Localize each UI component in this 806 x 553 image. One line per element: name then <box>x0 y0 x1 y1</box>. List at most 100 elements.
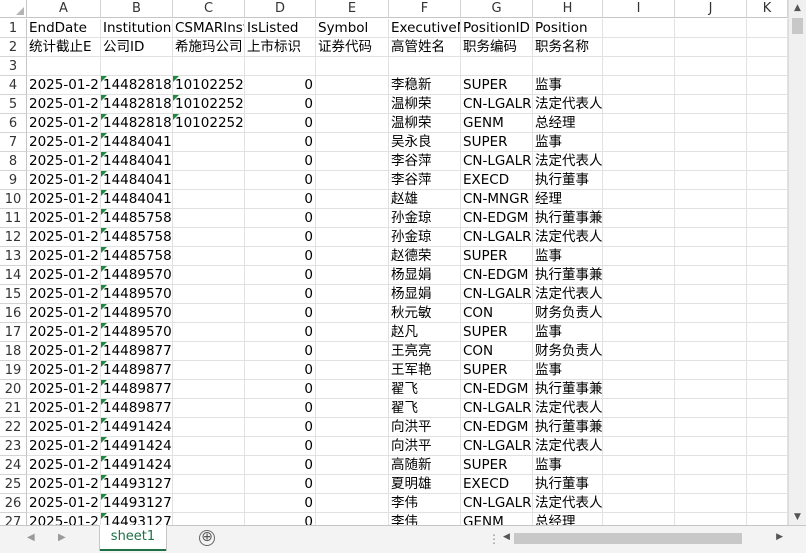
horizontal-scrollbar[interactable]: ◀ ▶ <box>500 530 786 548</box>
cell-h3[interactable] <box>533 57 603 76</box>
cell-e16[interactable] <box>316 304 389 323</box>
cell-a19[interactable]: 2025-01-2 <box>27 361 101 380</box>
cell-h14[interactable]: 执行董事兼总经理 <box>533 266 603 285</box>
cell-k26[interactable] <box>747 494 788 513</box>
tab-splitter-handle-icon[interactable]: ⋮ <box>488 532 500 546</box>
cell-c10[interactable] <box>173 190 245 209</box>
cell-e20[interactable] <box>316 380 389 399</box>
cell-f3[interactable] <box>389 57 461 76</box>
cell-a13[interactable]: 2025-01-2 <box>27 247 101 266</box>
column-header-a[interactable]: A <box>27 0 101 18</box>
cell-i18[interactable] <box>603 342 675 361</box>
cell-h13[interactable]: 监事 <box>533 247 603 266</box>
cell-i14[interactable] <box>603 266 675 285</box>
cell-e21[interactable] <box>316 399 389 418</box>
cell-f27[interactable]: 李伟 <box>389 513 461 525</box>
cell-h8[interactable]: 法定代表人 <box>533 152 603 171</box>
cell-f6[interactable]: 温柳荣 <box>389 114 461 133</box>
cell-k13[interactable] <box>747 247 788 266</box>
cell-k19[interactable] <box>747 361 788 380</box>
cell-h10[interactable]: 经理 <box>533 190 603 209</box>
select-all-corner[interactable] <box>0 0 27 18</box>
cell-d6[interactable]: 0 <box>245 114 316 133</box>
cell-a9[interactable]: 2025-01-2 <box>27 171 101 190</box>
cell-h20[interactable]: 执行董事兼总经理 <box>533 380 603 399</box>
cell-g11[interactable]: CN-EDGM <box>461 209 533 228</box>
cell-g15[interactable]: CN-LGALR <box>461 285 533 304</box>
cell-k27[interactable] <box>747 513 788 525</box>
row-header[interactable]: 13 <box>0 247 27 266</box>
cell-b15[interactable]: 14489570 <box>101 285 173 304</box>
cell-c3[interactable] <box>173 57 245 76</box>
cell-d18[interactable]: 0 <box>245 342 316 361</box>
cell-b12[interactable]: 14485758 <box>101 228 173 247</box>
cell-h4[interactable]: 监事 <box>533 76 603 95</box>
cell-f17[interactable]: 赵凡 <box>389 323 461 342</box>
cell-j15[interactable] <box>675 285 747 304</box>
cell-a27[interactable]: 2025-01-2 <box>27 513 101 525</box>
cell-j6[interactable] <box>675 114 747 133</box>
cell-i24[interactable] <box>603 456 675 475</box>
cell-f8[interactable]: 李谷萍 <box>389 152 461 171</box>
row-header[interactable]: 23 <box>0 437 27 456</box>
column-header-j[interactable]: J <box>675 0 747 18</box>
cell-i23[interactable] <box>603 437 675 456</box>
vertical-scrollbar[interactable]: ▲ ▼ <box>788 0 806 525</box>
cell-h2[interactable]: 职务名称 <box>533 38 603 57</box>
cell-c24[interactable] <box>173 456 245 475</box>
cell-a21[interactable]: 2025-01-2 <box>27 399 101 418</box>
cell-j3[interactable] <box>675 57 747 76</box>
cell-g17[interactable]: SUPER <box>461 323 533 342</box>
cell-a12[interactable]: 2025-01-2 <box>27 228 101 247</box>
cell-f1[interactable]: ExecutiveN <box>389 19 461 38</box>
cell-f16[interactable]: 秋元敏 <box>389 304 461 323</box>
cell-h25[interactable]: 执行董事 <box>533 475 603 494</box>
row-header[interactable]: 19 <box>0 361 27 380</box>
cell-b7[interactable]: 14484041 <box>101 133 173 152</box>
cell-e10[interactable] <box>316 190 389 209</box>
cell-h23[interactable]: 法定代表人 <box>533 437 603 456</box>
cell-b14[interactable]: 14489570 <box>101 266 173 285</box>
cell-e5[interactable] <box>316 95 389 114</box>
cell-f26[interactable]: 李伟 <box>389 494 461 513</box>
row-header[interactable]: 24 <box>0 456 27 475</box>
row-header[interactable]: 11 <box>0 209 27 228</box>
cell-e23[interactable] <box>316 437 389 456</box>
cell-c12[interactable] <box>173 228 245 247</box>
cell-a11[interactable]: 2025-01-2 <box>27 209 101 228</box>
row-header[interactable]: 20 <box>0 380 27 399</box>
row-header[interactable]: 26 <box>0 494 27 513</box>
row-header[interactable]: 8 <box>0 152 27 171</box>
cell-d11[interactable]: 0 <box>245 209 316 228</box>
column-header-c[interactable]: C <box>173 0 245 18</box>
cell-k9[interactable] <box>747 171 788 190</box>
row-header[interactable]: 3 <box>0 57 27 76</box>
cell-j5[interactable] <box>675 95 747 114</box>
cell-k4[interactable] <box>747 76 788 95</box>
column-header-e[interactable]: E <box>316 0 389 18</box>
cell-k24[interactable] <box>747 456 788 475</box>
cell-b8[interactable]: 14484041 <box>101 152 173 171</box>
cell-d13[interactable]: 0 <box>245 247 316 266</box>
cell-d20[interactable]: 0 <box>245 380 316 399</box>
scroll-right-arrow-icon[interactable]: ▶ <box>776 532 783 542</box>
cell-i21[interactable] <box>603 399 675 418</box>
cell-g20[interactable]: CN-EDGM <box>461 380 533 399</box>
cell-j18[interactable] <box>675 342 747 361</box>
cell-j26[interactable] <box>675 494 747 513</box>
cell-f25[interactable]: 夏明雄 <box>389 475 461 494</box>
cell-b13[interactable]: 14485758 <box>101 247 173 266</box>
cell-d8[interactable]: 0 <box>245 152 316 171</box>
cell-h7[interactable]: 监事 <box>533 133 603 152</box>
cell-g1[interactable]: PositionID <box>461 19 533 38</box>
cell-d19[interactable]: 0 <box>245 361 316 380</box>
cell-h21[interactable]: 法定代表人 <box>533 399 603 418</box>
cell-b5[interactable]: 14482818 <box>101 95 173 114</box>
cell-e17[interactable] <box>316 323 389 342</box>
cell-i3[interactable] <box>603 57 675 76</box>
cell-e8[interactable] <box>316 152 389 171</box>
cell-a18[interactable]: 2025-01-2 <box>27 342 101 361</box>
cell-k12[interactable] <box>747 228 788 247</box>
cell-i1[interactable] <box>603 19 675 38</box>
cell-d25[interactable]: 0 <box>245 475 316 494</box>
